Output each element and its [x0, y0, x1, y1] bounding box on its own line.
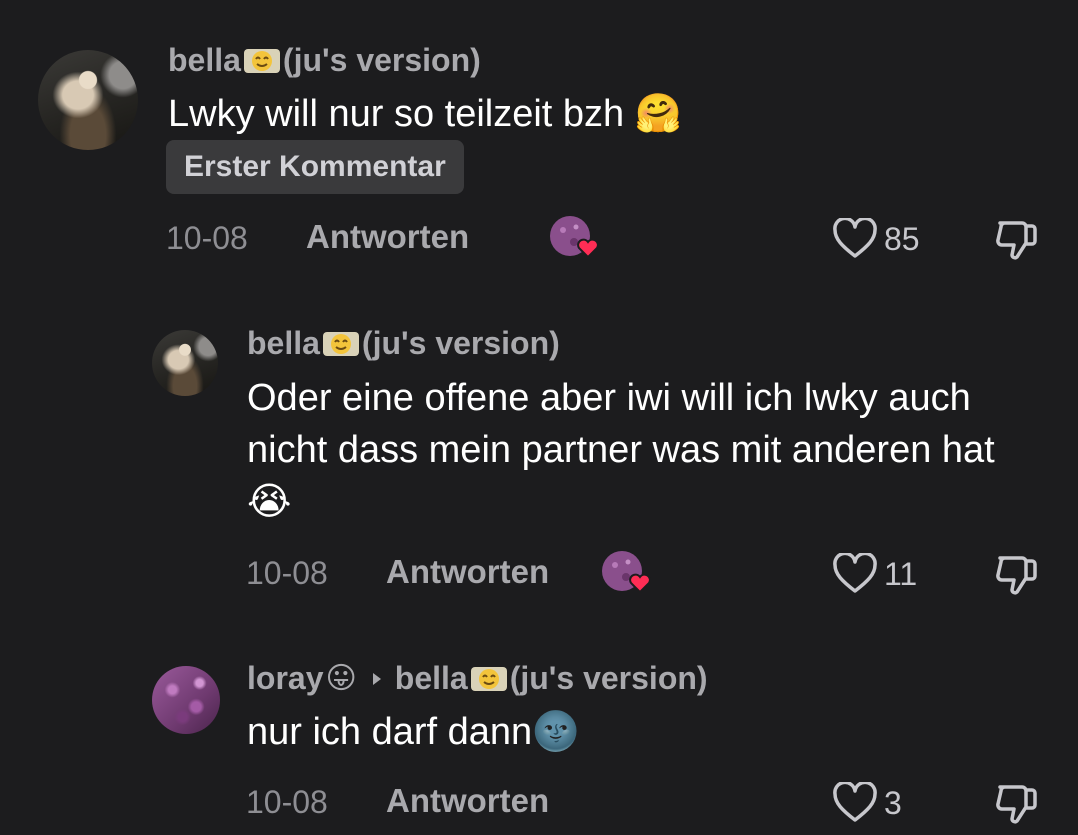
reply-button[interactable]: Antworten	[386, 553, 549, 591]
username-suffix: (ju's version)	[282, 42, 481, 78]
like-count: 85	[884, 220, 920, 257]
comment-author[interactable]: bella (ju's version)	[247, 325, 560, 362]
username[interactable]: bella	[168, 42, 241, 79]
reply-button[interactable]: Antworten	[386, 782, 549, 820]
reply-arrow-icon	[372, 672, 381, 685]
first-comment-tag: Erster Kommentar	[166, 140, 464, 194]
comment-date: 10-08	[246, 784, 328, 820]
creator-liked-icon	[602, 551, 651, 594]
dislike-button[interactable]	[994, 218, 1042, 264]
heart-icon	[833, 218, 877, 258]
heart-icon	[833, 553, 877, 593]
avatar[interactable]	[38, 50, 138, 150]
creator-liked-icon	[550, 216, 599, 259]
comment-date: 10-08	[166, 220, 248, 256]
like-button[interactable]: 3	[832, 782, 902, 824]
smiling-face-emoji-icon	[470, 666, 507, 691]
reply-to-username[interactable]: bella	[395, 660, 468, 697]
dislike-button[interactable]	[994, 553, 1042, 599]
smiling-face-emoji-icon	[243, 48, 280, 73]
comment-text: Lwky will nur so teilzeit bzh 🤗	[168, 93, 683, 135]
like-count: 3	[884, 784, 902, 821]
tongue-out-emoji-icon: 😛	[325, 662, 357, 695]
avatar[interactable]	[152, 666, 220, 734]
comment-date: 10-08	[246, 555, 328, 591]
comment-text: nur ich darf dann🌚	[247, 711, 580, 753]
comment-text: Oder eine offene aber iwi will ich lwky …	[247, 377, 995, 523]
dislike-button[interactable]	[994, 782, 1042, 828]
comment-author[interactable]: bella (ju's version)	[168, 42, 481, 79]
smiling-face-emoji-icon	[322, 331, 359, 356]
avatar[interactable]	[152, 330, 218, 396]
username[interactable]: loray	[247, 660, 323, 697]
username[interactable]: bella	[247, 325, 320, 362]
like-button[interactable]: 85	[832, 218, 920, 260]
reply-button[interactable]: Antworten	[306, 218, 469, 256]
heart-icon	[833, 782, 877, 822]
reply-to-suffix: (ju's version)	[509, 660, 708, 696]
like-count: 11	[884, 555, 918, 592]
username-suffix: (ju's version)	[361, 325, 560, 361]
comment-author[interactable]: loray 😛 bella (ju's version)	[247, 660, 708, 697]
like-button[interactable]: 11	[832, 553, 917, 595]
